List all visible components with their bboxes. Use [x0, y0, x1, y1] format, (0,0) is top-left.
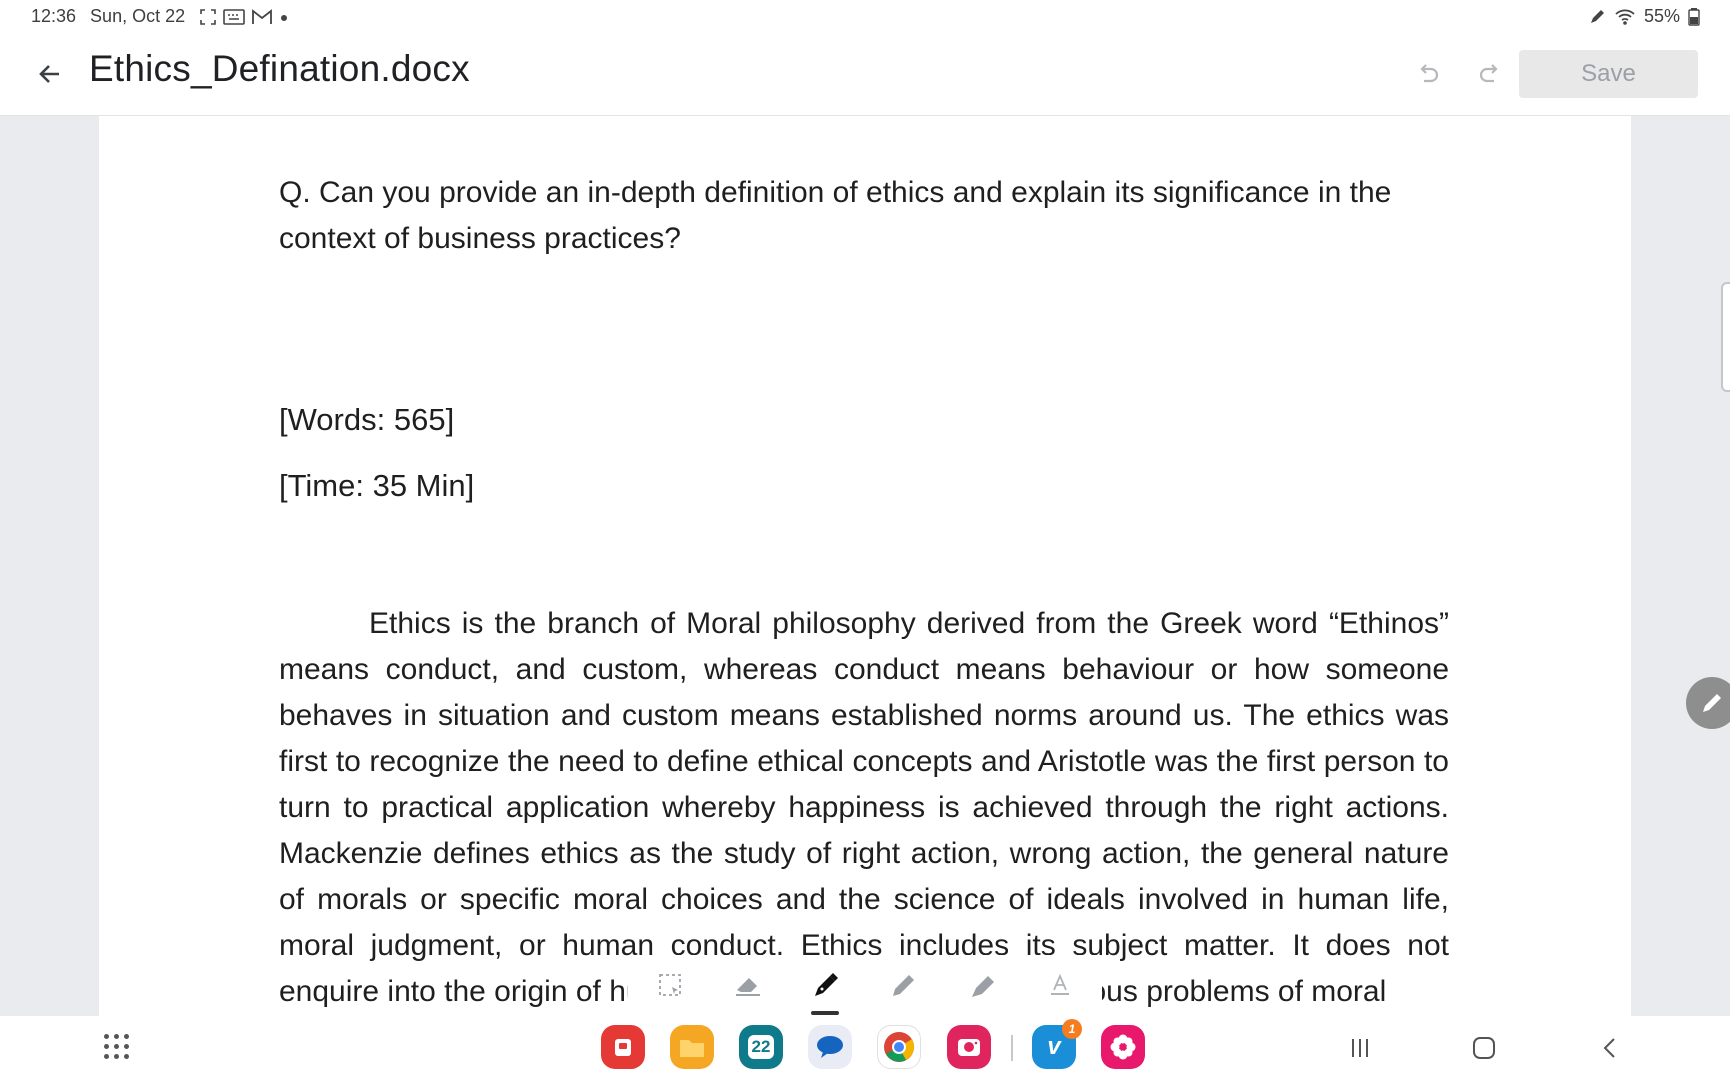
status-time: 12:36 [31, 6, 77, 26]
screenshot-frame-icon [200, 8, 216, 25]
notification-icons [199, 8, 289, 26]
status-left: 12:36 Sun, Oct 22 [31, 6, 289, 27]
messages-app-icon[interactable] [808, 1025, 852, 1069]
eraser-icon [736, 978, 760, 996]
recents-icon [1352, 1039, 1368, 1057]
text-format-icon [1051, 973, 1069, 995]
document-canvas[interactable]: Q. Can you provide an in-depth definitio… [0, 116, 1730, 1016]
vimeo-app-icon[interactable]: v 1 [1032, 1019, 1082, 1069]
keyboard-icon [223, 8, 245, 25]
word-count-line: [Words: 565] [279, 402, 455, 437]
pencil-icon [1703, 694, 1721, 712]
fountain-pen-icon [815, 973, 838, 996]
side-panel-handle[interactable] [1721, 282, 1730, 392]
calendar-date: 22 [747, 1035, 775, 1059]
back-nav-button[interactable] [1590, 1030, 1630, 1066]
time-line: [Time: 35 Min] [279, 468, 475, 503]
text-tool[interactable] [1042, 967, 1078, 1003]
page-content: Q. Can you provide an in-depth definitio… [279, 170, 1449, 1008]
app-drawer-icon[interactable] [104, 1034, 130, 1060]
calendar-app-icon[interactable]: 22 [739, 1025, 783, 1069]
pen-toolbar [628, 955, 1102, 1017]
battery-percentage: 55% [1643, 6, 1680, 26]
selection-tool[interactable] [652, 967, 688, 1003]
highlighter-tool[interactable] [966, 967, 1002, 1003]
dot-icon [281, 14, 288, 21]
pen-tool[interactable] [808, 967, 844, 1003]
status-right: 55% [1588, 6, 1700, 27]
app-bar: Ethics_Defination.docx Save [0, 34, 1730, 116]
pencil-tool-icon [893, 975, 914, 996]
navigation-bar: 22 v 1 [0, 1016, 1730, 1080]
chrome-app-icon[interactable] [877, 1025, 921, 1069]
arrow-left-icon [39, 65, 59, 83]
edit-button[interactable] [1686, 677, 1730, 729]
redo-button[interactable] [1470, 54, 1510, 94]
document-title: Ethics_Defination.docx [89, 48, 470, 89]
notification-badge: 1 [1062, 1019, 1082, 1039]
flashcards-app-icon[interactable] [601, 1025, 645, 1069]
active-tool-indicator [811, 1011, 839, 1015]
back-button[interactable] [30, 54, 70, 94]
wifi-icon [1615, 9, 1635, 25]
status-date: Sun, Oct 22 [90, 6, 186, 26]
files-app-icon[interactable] [670, 1025, 714, 1069]
dock-divider [1011, 1035, 1013, 1061]
gmail-icon [252, 8, 273, 24]
undo-icon [1420, 64, 1439, 83]
document-page[interactable]: Q. Can you provide an in-depth definitio… [99, 116, 1631, 1016]
question-paragraph: Q. Can you provide an in-depth definitio… [279, 176, 1392, 255]
blossom-app-icon[interactable] [1101, 1025, 1145, 1069]
home-icon [1473, 1037, 1495, 1059]
home-button[interactable] [1464, 1030, 1504, 1066]
eraser-tool[interactable] [730, 967, 766, 1003]
pencil-tool[interactable] [886, 967, 922, 1003]
battery-icon [1688, 7, 1700, 26]
lasso-select-icon [659, 974, 681, 996]
chevron-left-icon [1603, 1038, 1615, 1058]
redo-icon [1479, 64, 1498, 83]
highlighter-icon [972, 976, 994, 997]
status-bar: 12:36 Sun, Oct 22 55% [0, 0, 1730, 34]
pen-icon [1590, 9, 1604, 23]
screen-recorder-app-icon[interactable] [947, 1025, 991, 1069]
save-button[interactable]: Save [1519, 50, 1698, 98]
vimeo-logo: v [1047, 1033, 1061, 1060]
recent-apps-button[interactable] [1340, 1030, 1380, 1066]
body-paragraph: Ethics is the branch of Moral philosophy… [279, 607, 1449, 1008]
undo-button[interactable] [1408, 54, 1448, 94]
